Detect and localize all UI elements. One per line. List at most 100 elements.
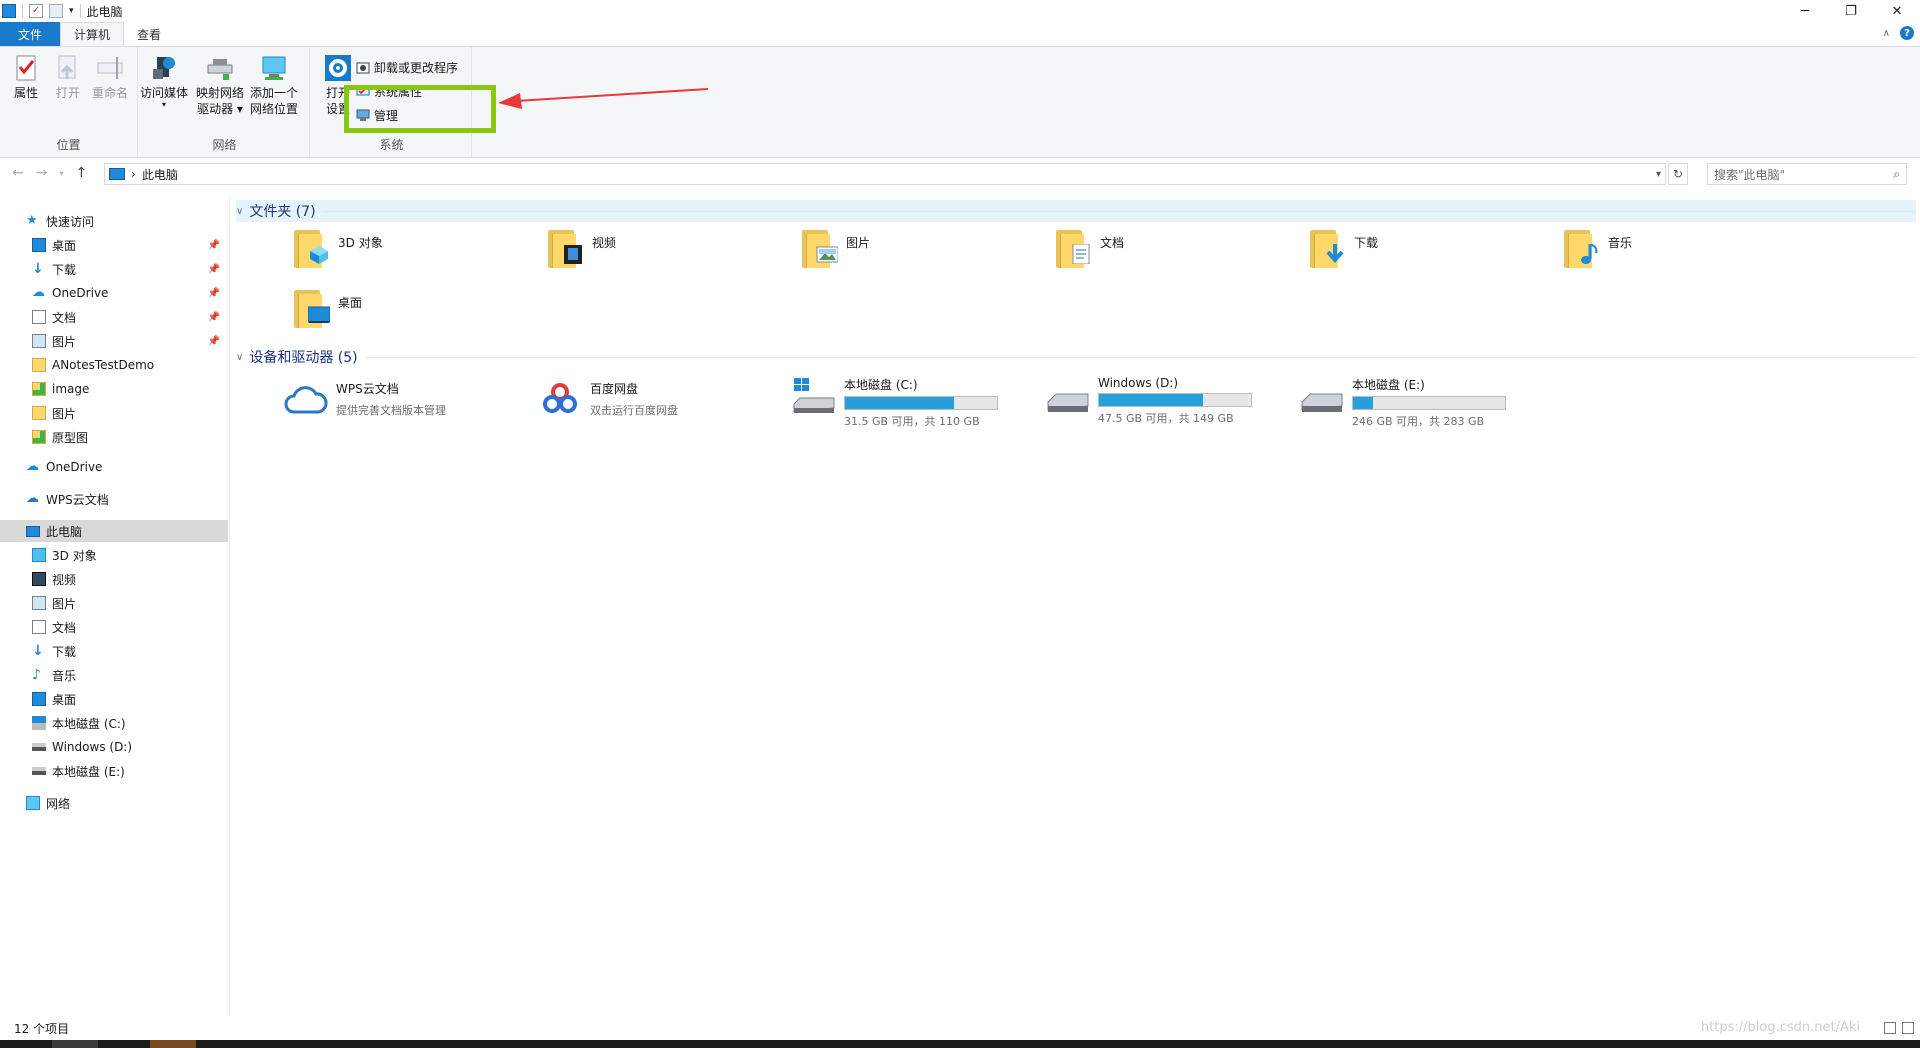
- nav-item-onedrive-quick[interactable]: ☁ OneDrive 📌: [0, 282, 228, 304]
- map-network-drive-button[interactable]: 映射网络 驱动器 ▾: [196, 53, 244, 117]
- nav-item-prototype[interactable]: 原型图: [0, 426, 228, 448]
- drive-e-usage-bar: [1352, 396, 1506, 410]
- search-input[interactable]: 搜索"此电脑" ⌕: [1707, 163, 1907, 185]
- baidu-netdisk-tile[interactable]: 百度网盘 双击运行百度网盘: [538, 380, 788, 440]
- hard-drive-icon: [1047, 393, 1089, 412]
- drive-c-usage-bar: [844, 396, 998, 410]
- refresh-button[interactable]: ↻: [1668, 163, 1688, 185]
- restore-button[interactable]: ❐: [1828, 0, 1874, 22]
- forward-arrow-icon[interactable]: →: [36, 165, 48, 183]
- nav-item-pictures-2[interactable]: 图片: [0, 402, 228, 424]
- up-arrow-icon[interactable]: ↑: [75, 165, 87, 183]
- help-icon[interactable]: ?: [1900, 26, 1914, 40]
- folder-pictures[interactable]: 图片: [800, 226, 1050, 282]
- folders-section-header[interactable]: ∨ 文件夹 (7): [236, 200, 1916, 222]
- folder-videos[interactable]: 视频: [546, 226, 796, 282]
- nav-network[interactable]: 网络: [0, 792, 228, 814]
- add-network-location-button[interactable]: 添加一个 网络位置: [250, 53, 298, 117]
- customize-qat-icon[interactable]: ▾: [69, 6, 74, 16]
- location-group: 属性 打开 重命名 位置: [0, 47, 138, 157]
- folder-music[interactable]: 音乐: [1562, 226, 1812, 282]
- folder-desktop[interactable]: 桌面: [292, 286, 542, 342]
- pin-icon[interactable]: 📌: [208, 288, 220, 299]
- taskbar-item[interactable]: [52, 1040, 98, 1048]
- uninstall-programs-button[interactable]: 卸载或更改程序: [356, 57, 458, 77]
- rename-button[interactable]: 重命名: [86, 53, 134, 101]
- nav-item-drive-e[interactable]: 本地磁盘 (E:): [0, 760, 228, 782]
- wps-cloud-icon: ☁: [26, 491, 39, 506]
- tab-computer[interactable]: 计算机: [60, 22, 125, 46]
- nav-quick-access[interactable]: ★ 快速访问: [0, 210, 228, 232]
- highlight-annotation-box: [344, 85, 496, 133]
- search-icon[interactable]: ⌕: [1893, 167, 1900, 182]
- drive-c-tile[interactable]: 本地磁盘 (C:) 31.5 GB 可用，共 110 GB: [792, 376, 1042, 436]
- nav-wps-cloud[interactable]: ☁ WPS云文档: [0, 488, 228, 510]
- breadcrumb-separator[interactable]: ›: [131, 167, 136, 181]
- minimize-button[interactable]: ─: [1782, 0, 1828, 22]
- nav-item-documents[interactable]: 文档 📌: [0, 306, 228, 328]
- drive-e-tile[interactable]: 本地磁盘 (E:) 246 GB 可用，共 283 GB: [1300, 376, 1550, 436]
- open-button[interactable]: 打开: [44, 53, 92, 101]
- pin-icon[interactable]: 📌: [208, 312, 220, 323]
- close-button[interactable]: ✕: [1874, 0, 1920, 22]
- computer-icon[interactable]: [2, 4, 16, 18]
- access-media-button[interactable]: 访问媒体 ▾: [140, 53, 188, 109]
- pin-icon[interactable]: 📌: [208, 240, 220, 251]
- breadcrumb-this-pc[interactable]: 此电脑: [142, 166, 178, 183]
- address-dropdown-icon[interactable]: ▾: [1656, 169, 1661, 180]
- recent-locations-icon[interactable]: ▾: [59, 165, 63, 183]
- pictures-icon: [32, 596, 46, 610]
- nav-item-downloads[interactable]: ↓ 下载 📌: [0, 258, 228, 280]
- divider: [79, 4, 81, 18]
- hard-drive-icon: [32, 743, 46, 751]
- nav-item-documents-pc[interactable]: 文档: [0, 616, 228, 638]
- large-icons-view-icon[interactable]: [1902, 1022, 1914, 1034]
- nav-item-drive-c[interactable]: 本地磁盘 (C:): [0, 712, 228, 734]
- nav-this-pc[interactable]: 此电脑: [0, 520, 228, 542]
- nav-onedrive[interactable]: ☁ OneDrive: [0, 456, 228, 478]
- devices-section-header[interactable]: ∨ 设备和驱动器 (5): [236, 346, 1916, 368]
- wps-cloud-tile[interactable]: WPS云文档 提供完善文档版本管理: [284, 380, 534, 440]
- nav-item-drive-d[interactable]: Windows (D:): [0, 736, 228, 758]
- nav-item-anotestestdemo[interactable]: ANotesTestDemo: [0, 354, 228, 376]
- nav-item-3d-objects[interactable]: 3D 对象: [0, 544, 228, 566]
- taskbar-item[interactable]: [150, 1040, 196, 1048]
- drive-d-tile[interactable]: Windows (D:) 47.5 GB 可用，共 149 GB: [1046, 376, 1296, 436]
- tab-view[interactable]: 查看: [124, 22, 174, 46]
- nav-item-videos[interactable]: 视频: [0, 568, 228, 590]
- nav-item-desktop[interactable]: 桌面 📌: [0, 234, 228, 256]
- rename-icon: [97, 57, 123, 79]
- nav-item-music[interactable]: ♪ 音乐: [0, 664, 228, 686]
- chevron-down-icon[interactable]: ∨: [236, 352, 243, 363]
- pin-icon[interactable]: 📌: [208, 336, 220, 347]
- properties-button[interactable]: 属性: [2, 53, 50, 101]
- nav-item-pictures-pc[interactable]: 图片: [0, 592, 228, 614]
- nav-item-downloads-pc[interactable]: ↓ 下载: [0, 640, 228, 662]
- folder-documents-icon: [1054, 226, 1096, 270]
- nav-item-desktop-pc[interactable]: 桌面: [0, 688, 228, 710]
- synced-folder-icon: [32, 430, 46, 444]
- divider: [22, 4, 23, 18]
- group-label-location: 位置: [56, 138, 81, 152]
- chevron-down-icon[interactable]: ∨: [236, 206, 243, 217]
- details-view-icon[interactable]: [1884, 1022, 1896, 1034]
- wps-cloud-icon: [284, 386, 328, 414]
- nav-item-pictures[interactable]: 图片 📌: [0, 330, 228, 352]
- folder-documents[interactable]: 文档: [1054, 226, 1304, 282]
- nav-item-image[interactable]: image: [0, 378, 228, 400]
- download-arrow-icon: ↓: [32, 643, 44, 659]
- tab-file[interactable]: 文件: [0, 22, 61, 46]
- address-bar[interactable]: › 此电脑 ▾: [104, 163, 1666, 185]
- folder-downloads[interactable]: 下载: [1308, 226, 1558, 282]
- watermark-text: https://blog.csdn.net/Aki: [1700, 1020, 1860, 1035]
- folder-3d-objects[interactable]: 3D 对象: [292, 226, 542, 282]
- back-arrow-icon[interactable]: ←: [12, 165, 24, 183]
- title-bar: ✓ ▾ 此电脑 ─ ❐ ✕: [0, 0, 1920, 22]
- settings-gear-icon: [325, 55, 351, 81]
- system-drive-icon: [793, 378, 835, 413]
- pictures-icon: [32, 334, 46, 348]
- pin-icon[interactable]: 📌: [208, 264, 220, 275]
- properties-icon[interactable]: ✓: [29, 4, 43, 18]
- collapse-ribbon-icon[interactable]: ∧: [1883, 28, 1890, 39]
- new-folder-icon[interactable]: [49, 4, 63, 18]
